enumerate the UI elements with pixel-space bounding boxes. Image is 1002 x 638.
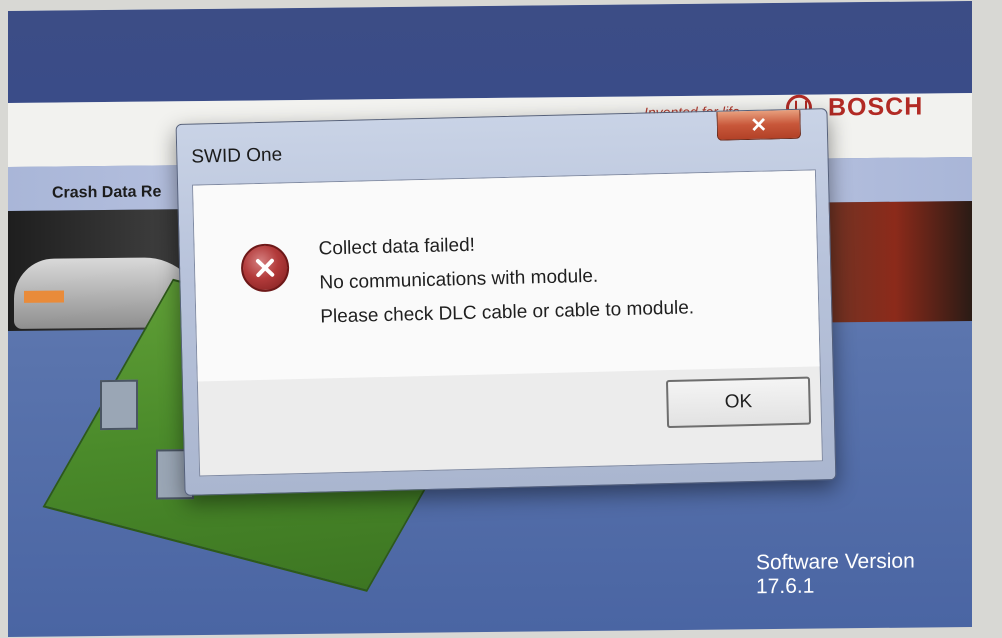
message-area: Collect data failed! No communications w… <box>193 170 820 382</box>
dialog-body: Collect data failed! No communications w… <box>192 169 823 477</box>
dialog-title: SWID One <box>191 144 283 168</box>
error-dialog: SWID One ✕ Collect data failed! No commu… <box>175 108 837 496</box>
software-version: Software Version 17.6.1 <box>756 549 915 599</box>
top-banner <box>8 0 972 104</box>
close-icon: ✕ <box>750 114 768 137</box>
brand-name: BOSCH <box>828 92 924 122</box>
close-button[interactable]: ✕ <box>716 109 802 141</box>
message-line: Collect data failed! <box>318 234 476 260</box>
error-icon <box>240 243 290 293</box>
app-title: Crash Data Re <box>52 183 162 202</box>
connector-image <box>100 379 138 431</box>
message-line: Please check DLC cable or cable to modul… <box>320 297 695 328</box>
ok-button[interactable]: OK <box>665 376 812 429</box>
message-line: No communications with module. <box>319 265 599 294</box>
car-light <box>24 290 64 303</box>
